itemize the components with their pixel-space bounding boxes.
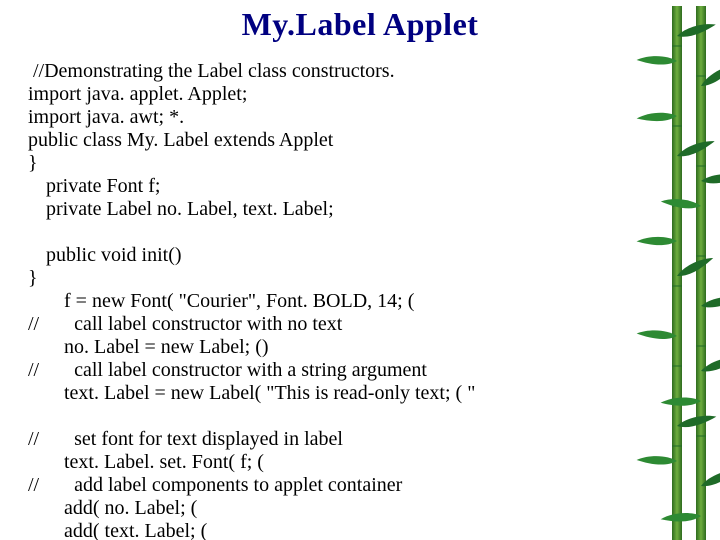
code-line: import java. awt; *.: [28, 106, 610, 129]
code-line: f = new Font( "Courier", Font. BOLD, 14;…: [64, 290, 610, 313]
slide-title: My.Label Applet: [0, 6, 720, 43]
slide: My.Label Applet //Demonstrating the Labe…: [0, 6, 720, 540]
code-line: add( no. Label; (: [64, 497, 610, 520]
bamboo-decoration: [610, 6, 720, 540]
code-line: //Demonstrating the Label class construc…: [28, 60, 610, 83]
code-line: [28, 405, 610, 428]
code-line: // call label constructor with no text: [28, 313, 610, 336]
code-line: // add label components to applet contai…: [28, 474, 610, 497]
code-line: private Label no. Label, text. Label;: [46, 198, 610, 221]
code-body: //Demonstrating the Label class construc…: [28, 60, 610, 540]
code-line: text. Label = new Label( "This is read-o…: [64, 382, 610, 405]
code-line: no. Label = new Label; (): [64, 336, 610, 359]
code-line: public void init(): [46, 244, 610, 267]
code-line: public class My. Label extends Applet: [28, 129, 610, 152]
code-line: text. Label. set. Font( f; (: [64, 451, 610, 474]
code-line: add( text. Label; (: [64, 520, 610, 540]
code-line: // call label constructor with a string …: [28, 359, 610, 382]
code-line: // set font for text displayed in label: [28, 428, 610, 451]
code-line: import java. applet. Applet;: [28, 83, 610, 106]
code-line: }: [28, 267, 610, 290]
code-line: private Font f;: [46, 175, 610, 198]
code-line: [28, 221, 610, 244]
code-line: }: [28, 152, 610, 175]
